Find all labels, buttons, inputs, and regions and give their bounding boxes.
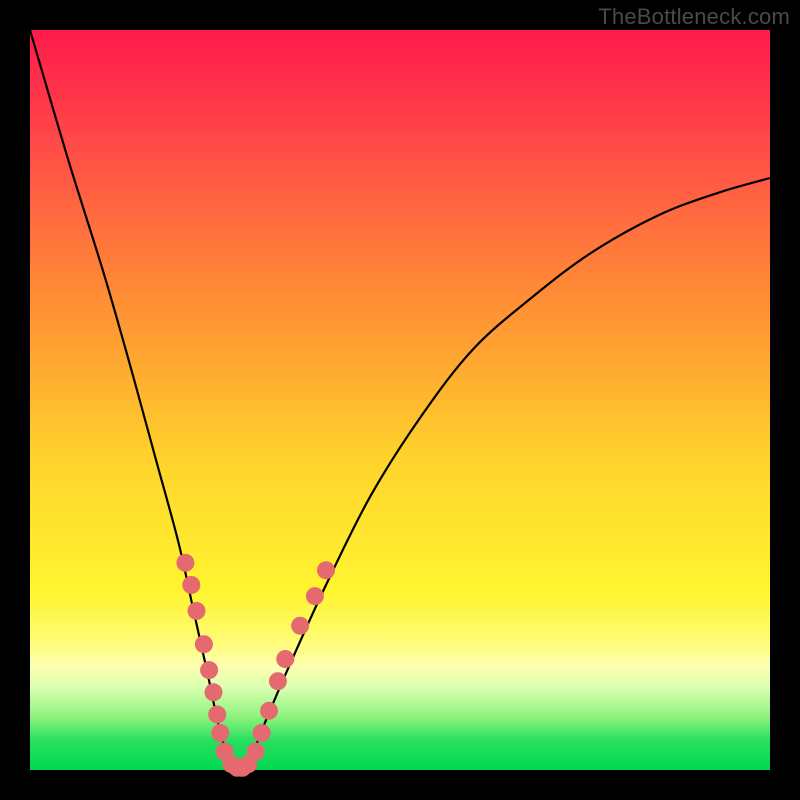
data-marker [306,587,324,605]
data-marker [276,650,294,668]
data-marker [200,661,218,679]
data-marker [211,724,229,742]
bottleneck-curve [30,30,770,770]
marker-group [176,554,335,777]
data-marker [205,683,223,701]
data-marker [317,561,335,579]
plot-area [30,30,770,770]
data-marker [182,576,200,594]
data-marker [195,635,213,653]
data-marker [269,672,287,690]
data-marker [208,706,226,724]
watermark-text: TheBottleneck.com [598,4,790,30]
chart-svg [30,30,770,770]
data-marker [176,554,194,572]
data-marker [291,617,309,635]
data-marker [188,602,206,620]
data-marker [247,743,265,761]
data-marker [260,702,278,720]
chart-frame: TheBottleneck.com [0,0,800,800]
data-marker [253,724,271,742]
